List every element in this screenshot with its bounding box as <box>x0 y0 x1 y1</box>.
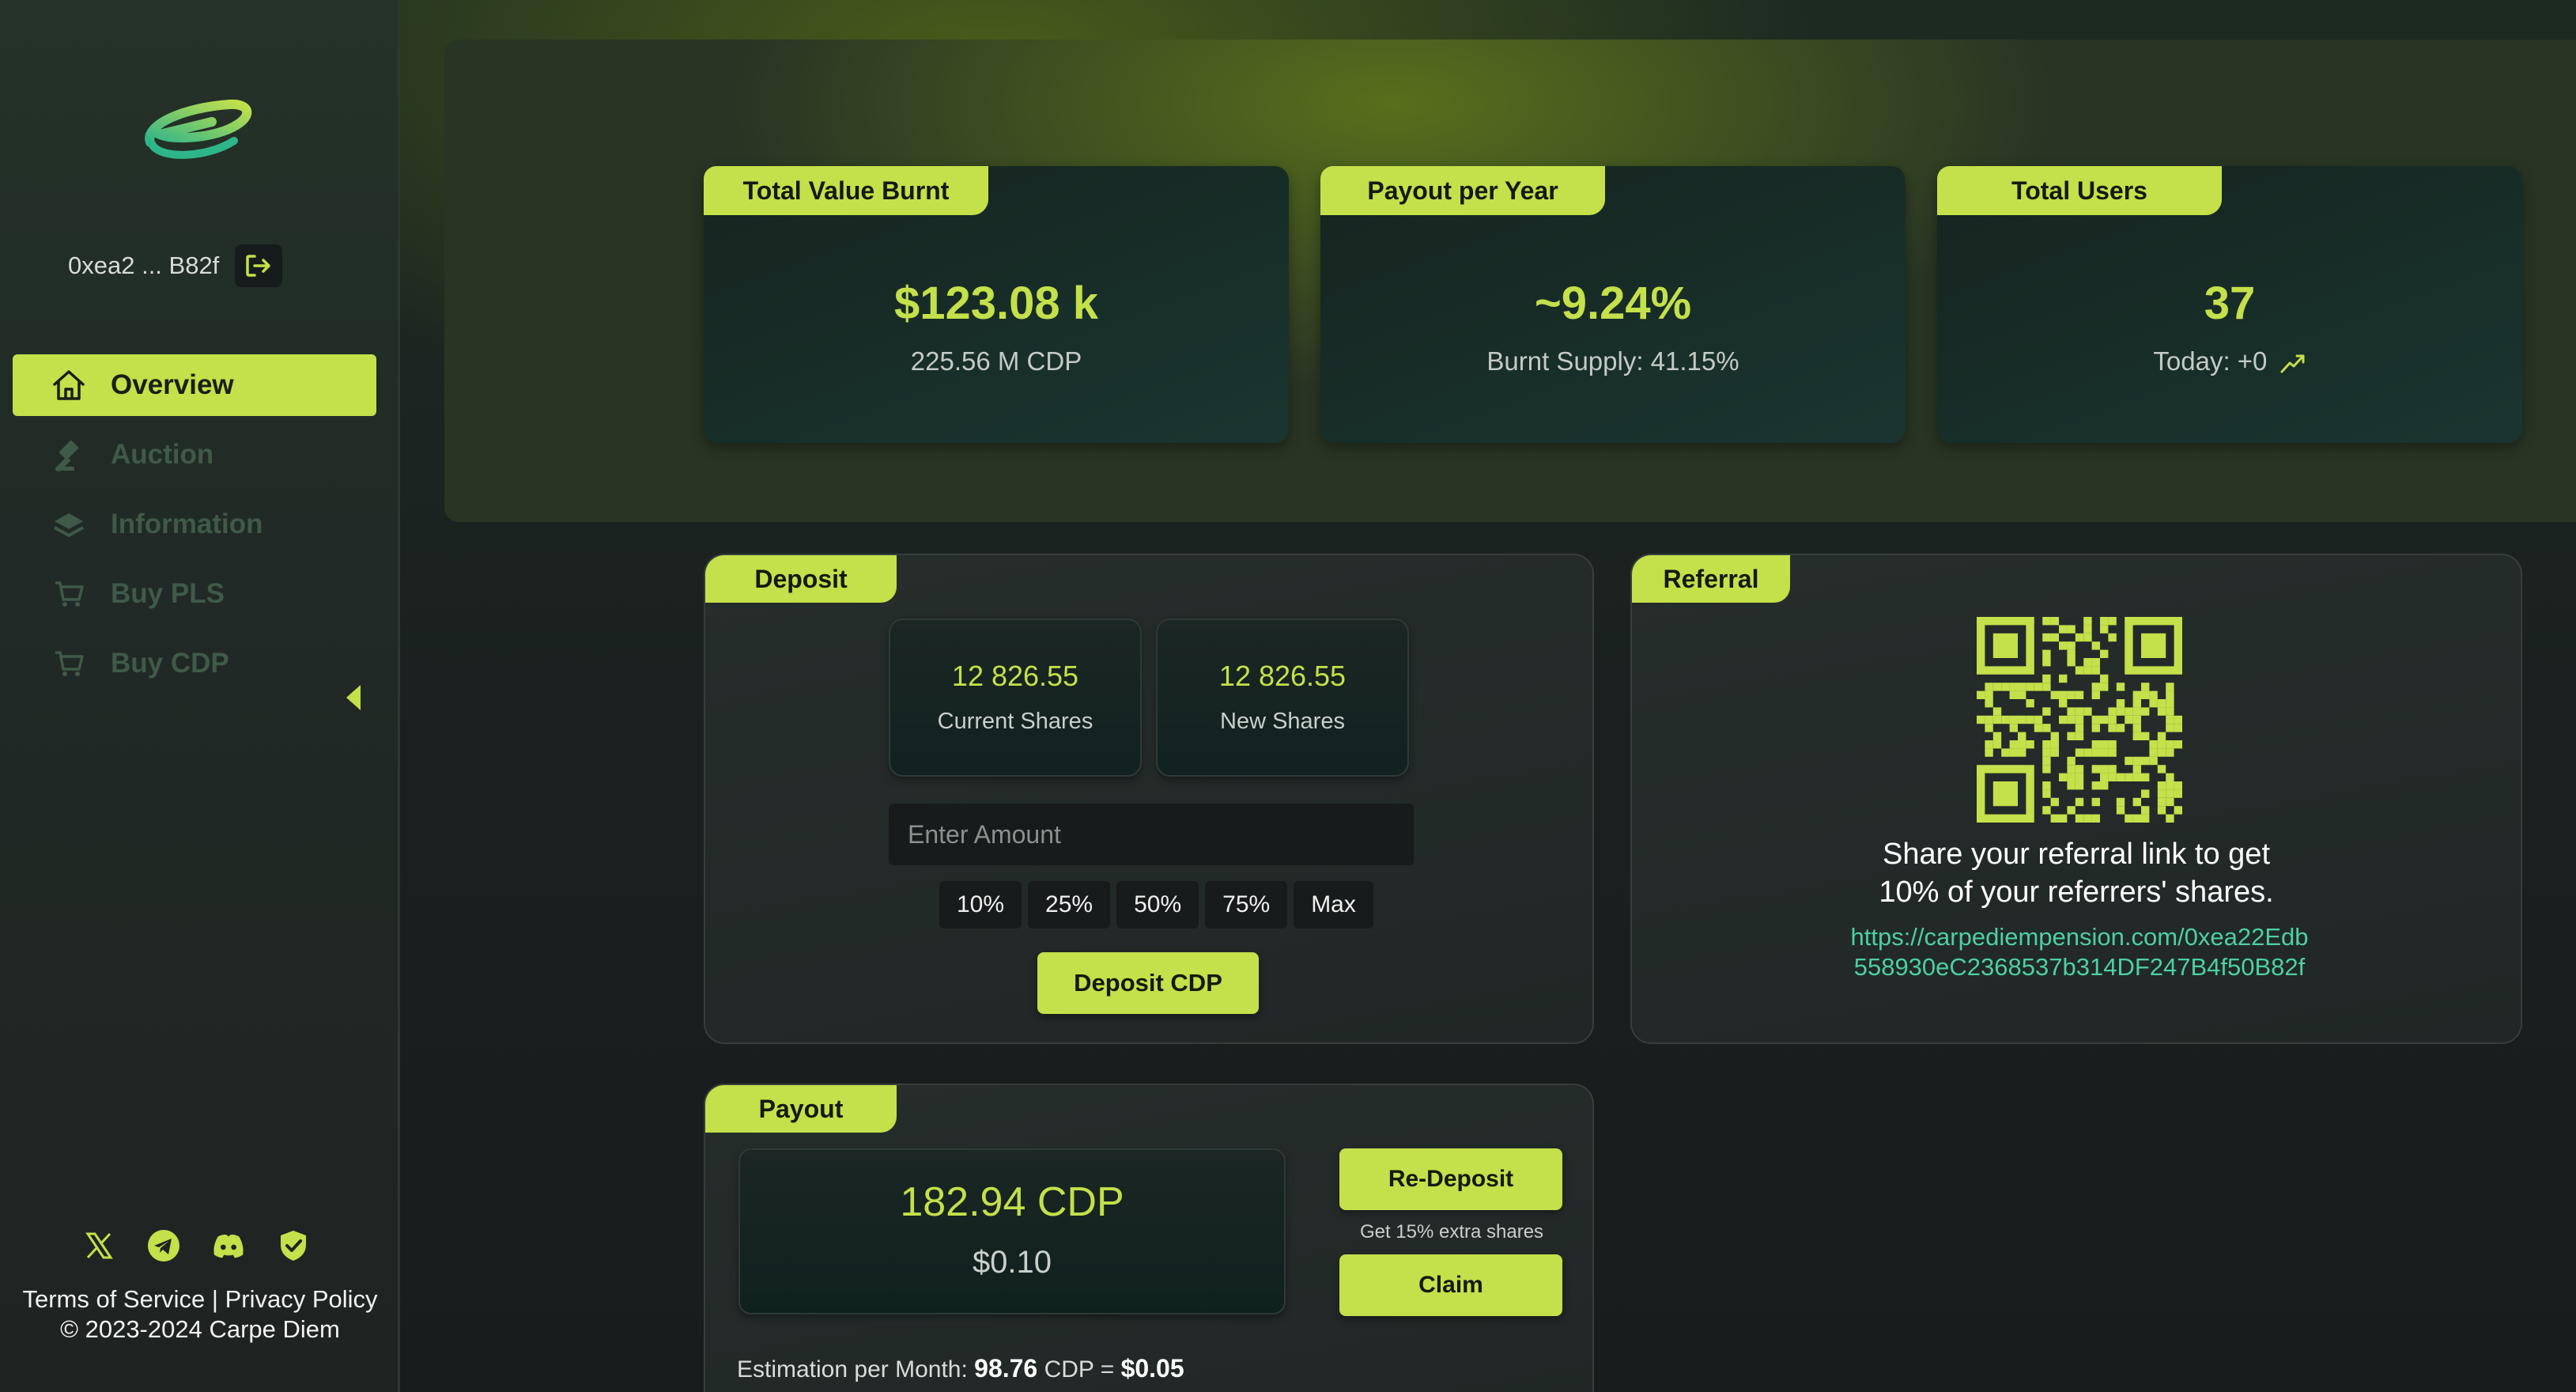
pct-25-button[interactable]: 25% <box>1028 881 1111 929</box>
current-shares-label: Current Shares <box>937 709 1093 734</box>
payout-usd-value: $0.10 <box>972 1245 1052 1280</box>
stat-card-payout-per-year: Payout per Year ~9.24% Burnt Supply: 41.… <box>1320 166 1906 443</box>
referral-description: Share your referral link to get 10% of y… <box>1632 835 2521 911</box>
stat-subtext: Burnt Supply: 41.15% <box>1486 346 1739 376</box>
stat-card-title: Total Value Burnt <box>704 166 988 215</box>
current-shares-box: 12 826.55 Current Shares <box>889 618 1142 777</box>
deposit-card: Deposit 12 826.55 Current Shares 12 826.… <box>704 554 1594 1044</box>
percentage-buttons: 10% 25% 50% 75% Max <box>939 881 1373 929</box>
sidebar-item-overview[interactable]: Overview <box>13 354 376 416</box>
privacy-link[interactable]: Privacy Policy <box>225 1285 378 1313</box>
claim-button[interactable]: Claim <box>1339 1254 1562 1316</box>
discord-icon[interactable] <box>212 1229 245 1262</box>
collapse-sidebar-icon[interactable] <box>343 683 364 712</box>
sidebar-nav: Overview Auction Information Buy PLS Buy… <box>13 354 376 702</box>
stat-subtext: 225.56 M CDP <box>910 346 1082 376</box>
sidebar-item-label: Information <box>111 509 263 539</box>
logout-button[interactable] <box>235 244 283 287</box>
sidebar-item-label: Buy CDP <box>111 648 229 679</box>
payout-amount-box: 182.94 CDP $0.10 <box>738 1148 1286 1314</box>
referral-title: Referral <box>1632 555 1790 603</box>
payout-card: Payout 182.94 CDP $0.10 Re-Deposit Get 1… <box>704 1084 1594 1392</box>
pct-10-button[interactable]: 10% <box>939 881 1022 929</box>
pct-50-button[interactable]: 50% <box>1116 881 1199 929</box>
stat-card-total-users: Total Users 37 Today: +0 <box>1937 166 2522 443</box>
pct-max-button[interactable]: Max <box>1294 881 1373 929</box>
referral-card: Referral Share your referral link to get… <box>1630 554 2522 1044</box>
deposit-cdp-button[interactable]: Deposit CDP <box>1037 952 1259 1014</box>
estimate-unit: CDP = <box>1044 1356 1115 1383</box>
sidebar-item-information[interactable]: Information <box>13 494 376 555</box>
sidebar-item-auction[interactable]: Auction <box>13 424 376 486</box>
stat-value: 37 <box>2204 278 2256 329</box>
wallet-address-row: 0xea2 ... B82f <box>68 244 283 288</box>
amount-input[interactable] <box>889 804 1414 865</box>
layers-icon <box>51 506 87 543</box>
new-shares-value: 12 826.55 <box>1218 660 1347 692</box>
stats-panel: Total Value Burnt $123.08 k 225.56 M CDP… <box>444 40 2576 522</box>
stat-subtext: Today: +0 <box>1937 346 2522 376</box>
referral-link[interactable]: https://carpediempension.com/0xea22Edb55… <box>1845 922 2313 982</box>
sidebar: 0xea2 ... B82f Overview Auction Informat… <box>0 0 400 1392</box>
sidebar-item-label: Auction <box>111 439 214 470</box>
extra-shares-note: Get 15% extra shares <box>1359 1221 1544 1243</box>
trend-up-icon <box>2280 354 2305 373</box>
payout-title: Payout <box>705 1085 897 1133</box>
sidebar-item-buy-cdp[interactable]: Buy CDP <box>13 633 376 694</box>
logout-icon <box>246 255 271 277</box>
x-icon[interactable] <box>82 1229 115 1262</box>
stat-value: $123.08 k <box>893 278 1099 329</box>
sidebar-item-label: Overview <box>111 369 234 400</box>
new-shares-label: New Shares <box>1220 709 1345 734</box>
shield-check-icon[interactable] <box>277 1229 310 1262</box>
legal-separator: | <box>211 1285 218 1313</box>
deposit-title: Deposit <box>705 555 897 603</box>
wallet-address: 0xea2 ... B82f <box>68 252 220 279</box>
users-today-text: Today: +0 <box>2153 346 2268 376</box>
stat-card-title: Total Users <box>1937 166 2222 215</box>
estimate-label: Estimation per Month: <box>737 1356 968 1383</box>
cart-icon <box>51 645 87 682</box>
monthly-estimate: Estimation per Month: 98.76 CDP = $0.05 <box>737 1354 1184 1383</box>
estimate-cdp: 98.76 <box>974 1354 1038 1383</box>
copyright: © 2023-2024 Carpe Diem <box>60 1315 340 1343</box>
new-shares-box: 12 826.55 New Shares <box>1156 618 1409 777</box>
social-links <box>82 1229 310 1262</box>
cart-icon <box>51 576 87 612</box>
payout-amount: 182.94 CDP <box>900 1179 1124 1225</box>
carpe-diem-logo[interactable] <box>136 93 253 172</box>
estimate-usd: $0.05 <box>1120 1354 1184 1383</box>
home-icon <box>51 367 87 403</box>
sidebar-item-label: Buy PLS <box>111 578 225 609</box>
stat-value: ~9.24% <box>1534 278 1692 329</box>
re-deposit-button[interactable]: Re-Deposit <box>1339 1148 1562 1210</box>
terms-link[interactable]: Terms of Service <box>22 1285 205 1313</box>
referral-text-line2: 10% of your referrers' shares. <box>1879 876 2274 909</box>
referral-text-line1: Share your referral link to get <box>1882 838 2270 871</box>
stat-card-title: Payout per Year <box>1320 166 1605 215</box>
telegram-icon[interactable] <box>147 1229 180 1262</box>
stat-card-total-value-burnt: Total Value Burnt $123.08 k 225.56 M CDP <box>704 166 1289 443</box>
sidebar-item-buy-pls[interactable]: Buy PLS <box>13 563 376 625</box>
footer-legal: Terms of Service | Privacy Policy © 2023… <box>0 1284 400 1345</box>
referral-qr-code[interactable] <box>1977 617 2182 823</box>
gavel-icon <box>51 437 87 473</box>
current-shares-value: 12 826.55 <box>951 660 1079 692</box>
pct-75-button[interactable]: 75% <box>1205 881 1288 929</box>
